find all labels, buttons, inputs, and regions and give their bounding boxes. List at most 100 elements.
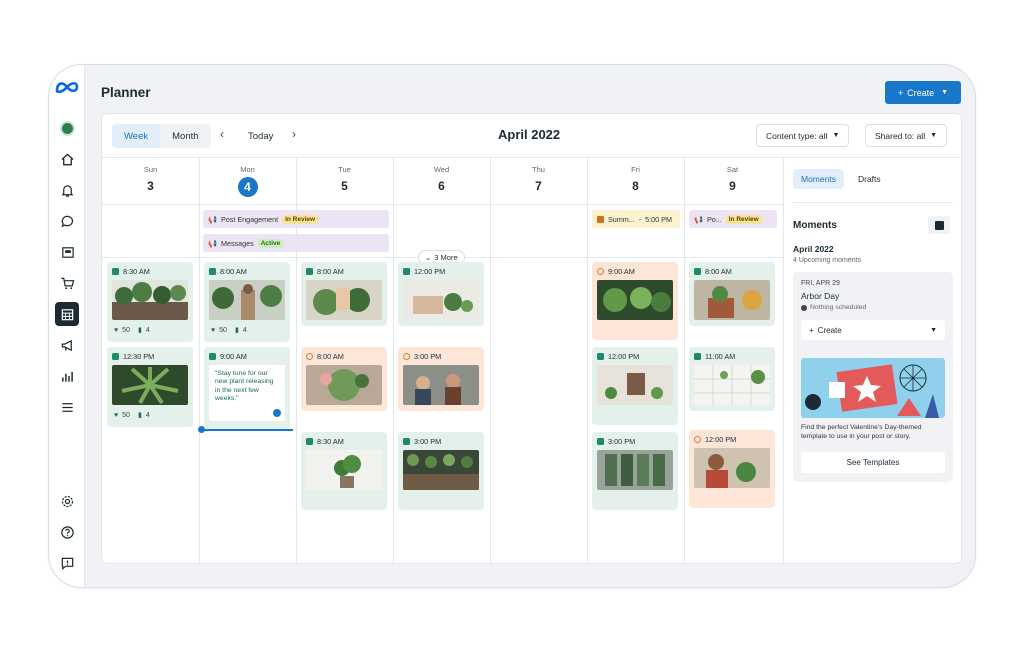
day-number: 3 [147, 179, 154, 193]
calendar-toolbar: Week Month ‹ Today › April 2022 Content … [102, 114, 961, 158]
day-number: 7 [535, 179, 542, 193]
shared-to-filter[interactable]: Shared to: all ▼ [865, 124, 948, 147]
create-button[interactable]: + Create ▼ [885, 81, 961, 104]
status-badge: Active [257, 238, 284, 248]
day-header-mon[interactable]: Mon 4 [199, 158, 296, 204]
post-card[interactable]: 8:00 AM [689, 262, 775, 326]
prev-week-icon[interactable]: ‹ [220, 127, 224, 141]
day-number: 6 [438, 179, 445, 193]
post-card[interactable]: 9:00 AM "Stay tune for our new plant rel… [204, 347, 290, 429]
post-card[interactable]: 8:00 AM [301, 262, 387, 326]
post-time: 12:00 PM [608, 352, 640, 361]
post-card[interactable]: 8:00 AM [301, 347, 387, 411]
bell-icon[interactable] [55, 178, 79, 202]
calendar-add-icon[interactable] [928, 216, 950, 234]
comment-icon: ▮ [137, 412, 142, 419]
post-icon [112, 268, 119, 275]
post-time: 12:30 PM [123, 352, 155, 361]
status-badge: In Review [282, 214, 319, 224]
post-time: 8:30 AM [317, 437, 344, 446]
menu-icon[interactable] [55, 395, 79, 419]
post-card[interactable]: 3:00 PM [592, 432, 678, 510]
day-header-wed[interactable]: Wed 6 [393, 158, 490, 204]
avatar-icon[interactable] [55, 116, 79, 140]
chevron-down-icon: ⌄ [425, 253, 432, 262]
create-button-label: Create [907, 87, 935, 98]
post-time: 12:00 PM [414, 267, 446, 276]
moment-create-button[interactable]: + Create ▼ [801, 320, 945, 340]
post-thumbnail [403, 450, 479, 490]
moments-title: Moments [793, 220, 837, 231]
post-icon [694, 268, 701, 275]
day-header-thu[interactable]: Thu 7 [490, 158, 587, 204]
event-messages[interactable]: 📢 Messages Active [203, 234, 389, 252]
plus-icon: + [897, 87, 904, 98]
help-icon[interactable] [55, 520, 79, 544]
post-time: 8:00 AM [317, 267, 344, 276]
post-thumbnail [694, 365, 770, 405]
post-text-preview: "Stay tune for our new plant releasing i… [209, 365, 285, 421]
post-quote: "Stay tune for our new plant releasing i… [215, 370, 274, 403]
heart-icon: ♥ [211, 326, 216, 334]
post-thumbnail [597, 365, 673, 405]
post-card[interactable]: 12:00 PM [592, 347, 678, 425]
more-label: 3 More [434, 253, 458, 262]
day-header-tue[interactable]: Tue 5 [296, 158, 393, 204]
view-toggle: Week Month [112, 124, 211, 148]
comment-icon: ▮ [137, 327, 142, 334]
tab-drafts[interactable]: Drafts [850, 169, 889, 189]
post-card[interactable]: 8:00 AM ♥ 50 ▮ 4 [204, 262, 290, 342]
moment-create-label: Create [817, 325, 842, 335]
heart-icon: ♥ [114, 411, 119, 419]
day-header-sat[interactable]: Sat 9 [684, 158, 781, 204]
month-view-button[interactable]: Month [160, 124, 210, 148]
post-icon [306, 268, 313, 275]
post-card[interactable]: 8:30 AM [301, 432, 387, 510]
post-card[interactable]: 3:00 PM [398, 432, 484, 510]
see-templates-button[interactable]: See Templates [801, 452, 945, 473]
moments-sidebar: Moments Drafts Moments April 2022 4 Upco… [783, 158, 961, 563]
chat-icon[interactable] [55, 209, 79, 233]
post-time: 8:00 AM [317, 352, 344, 361]
post-time: 9:00 AM [608, 267, 635, 276]
planner-icon[interactable] [55, 302, 79, 326]
feedback-icon[interactable] [55, 551, 79, 575]
today-button[interactable]: Today [248, 131, 273, 142]
post-card[interactable]: 3:00 PM [398, 347, 484, 411]
posts-icon[interactable] [55, 240, 79, 264]
day-number: 5 [341, 179, 348, 193]
event-time: 5:00 PM [645, 214, 672, 224]
next-week-icon[interactable]: › [292, 127, 296, 141]
day-header-fri[interactable]: Fri 8 [587, 158, 684, 204]
event-summer[interactable]: Summ... - 5:00 PM [592, 210, 680, 228]
insights-icon[interactable] [55, 364, 79, 388]
moment-card: FRI, APR 29 Arbor Day Nothing scheduled … [793, 272, 953, 482]
event-post-engagement[interactable]: 📢 Post Engagement In Review [203, 210, 389, 228]
settings-icon[interactable] [55, 489, 79, 513]
week-view-button[interactable]: Week [112, 124, 161, 148]
post-time: 3:00 PM [414, 437, 442, 446]
home-icon[interactable] [55, 147, 79, 171]
cart-icon[interactable] [55, 271, 79, 295]
post-card[interactable]: 11:00 AM [689, 347, 775, 411]
event-sat[interactable]: 📢 Po... In Review [689, 210, 777, 228]
month-title: April 2022 [498, 127, 561, 142]
megaphone-icon[interactable] [55, 333, 79, 357]
post-card[interactable]: 8:30 AM ♥ 50 ▮ 4 [107, 262, 193, 342]
post-thumbnail [403, 280, 479, 320]
content-type-filter[interactable]: Content type: all ▼ [756, 124, 850, 147]
post-card[interactable]: 12:00 PM [689, 430, 775, 508]
tab-moments[interactable]: Moments [793, 169, 844, 189]
event-label: Messages [220, 238, 254, 248]
post-icon [112, 353, 119, 360]
post-card[interactable]: 9:00 AM [592, 262, 678, 340]
comments-count: 4 [242, 326, 247, 334]
post-time: 11:00 AM [705, 352, 736, 361]
post-card[interactable]: 12:30 PM ♥ 50 ▮ 4 [107, 347, 193, 427]
post-thumbnail [694, 280, 770, 320]
day-header-sun[interactable]: Sun 3 [102, 158, 199, 204]
clock-icon [801, 304, 807, 311]
post-icon [597, 353, 604, 360]
post-card[interactable]: 12:00 PM [398, 262, 484, 326]
post-time: 8:00 AM [220, 267, 247, 276]
